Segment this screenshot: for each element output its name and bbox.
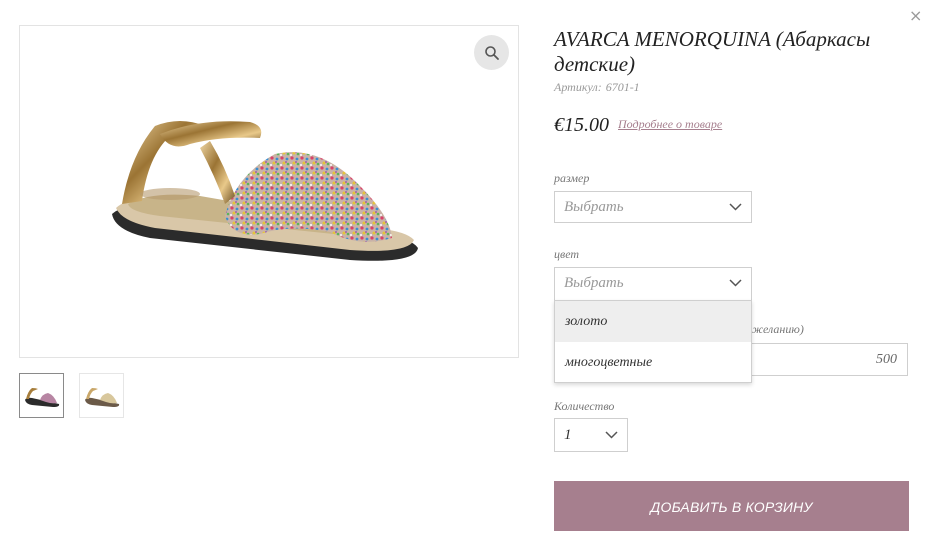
sku-label: Артикул:	[554, 80, 602, 94]
color-select[interactable]: Выбрать	[554, 267, 752, 301]
product-price: €15.00	[554, 114, 609, 136]
thumbnail-2[interactable]	[79, 373, 124, 418]
product-sku: Артикул: 6701-1	[554, 80, 640, 95]
product-title: AVARCA MENORQUINA (Абаркасы детские)	[554, 27, 871, 76]
close-icon[interactable]: ×	[909, 6, 922, 26]
product-main-image	[19, 25, 519, 358]
quantity-select[interactable]: 1	[554, 418, 628, 452]
add-to-cart-button[interactable]: ДОБАВИТЬ В КОРЗИНУ	[554, 481, 909, 531]
chevron-down-icon	[729, 279, 742, 287]
size-select-value: Выбрать	[564, 199, 624, 215]
option-label: многоцветные	[565, 355, 653, 370]
more-info-link[interactable]: Подробнее о товаре	[618, 117, 722, 132]
glitter-sandal-thumb	[25, 388, 60, 407]
sandal-image	[112, 121, 418, 261]
thumbnail-1[interactable]	[19, 373, 64, 418]
color-select-value: Выбрать	[564, 275, 624, 291]
option-label: золото	[565, 314, 608, 329]
color-label: цвет	[554, 247, 580, 261]
color-option-gold[interactable]: золото	[555, 301, 751, 342]
chevron-down-icon	[729, 203, 742, 211]
custom-field-value: 500	[876, 352, 897, 367]
color-dropdown-menu: золото многоцветные	[554, 300, 752, 383]
quantity-label: Количество	[554, 399, 615, 413]
magnifier-icon	[484, 45, 499, 60]
color-option-multicolor[interactable]: многоцветные	[555, 342, 751, 383]
zoom-button[interactable]	[474, 35, 509, 70]
sku-value: 6701-1	[605, 80, 640, 94]
size-label: размер	[554, 171, 590, 185]
custom-field-input[interactable]: 500	[752, 343, 908, 376]
quantity-value: 1	[564, 427, 572, 443]
chevron-down-icon	[605, 431, 618, 439]
custom-field-label: желанию)	[752, 322, 804, 336]
gold-sandal-thumb	[85, 388, 120, 407]
size-select[interactable]: Выбрать	[554, 191, 752, 223]
